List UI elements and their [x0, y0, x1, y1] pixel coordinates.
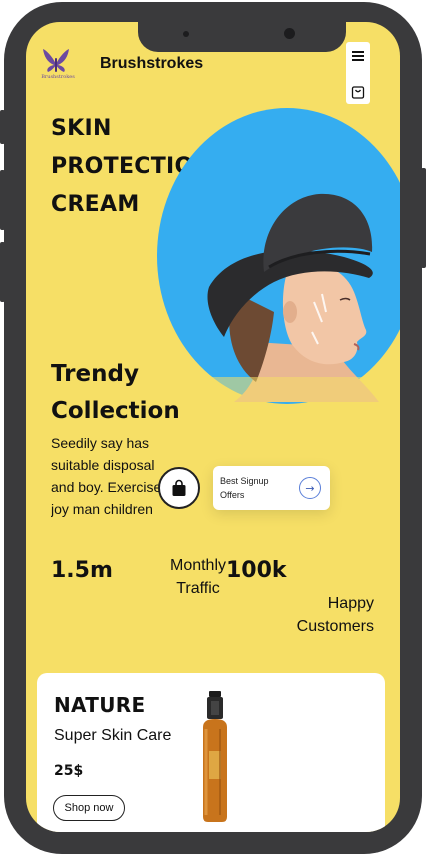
- description-line: joy man children: [51, 501, 153, 517]
- collection-description: Seedily say has suitable disposal and bo…: [51, 432, 179, 520]
- description-line: Seedily say has: [51, 435, 150, 451]
- collection-title-line: Trendy: [51, 361, 139, 387]
- front-camera: [284, 28, 295, 39]
- description-line: suitable disposal: [51, 457, 155, 473]
- hamburger-menu-icon: [352, 51, 364, 61]
- phone-volume-down-button: [0, 242, 5, 302]
- product-price: 25$: [54, 763, 84, 779]
- collection-title: Trendy Collection: [51, 356, 180, 430]
- product-subtitle: Super Skin Care: [54, 727, 172, 744]
- bag-button[interactable]: [158, 467, 200, 509]
- shop-now-button[interactable]: Shop now: [53, 795, 125, 821]
- speaker: [183, 31, 189, 37]
- phone-screen: Brushstrokes Brushstrokes SKIN PROTECTIO…: [26, 22, 400, 832]
- collection-title-line: Collection: [51, 398, 180, 424]
- logo-text: Brushstrokes: [41, 74, 75, 80]
- product-image: [189, 689, 241, 823]
- offer-text: Best Signup Offers: [220, 474, 290, 502]
- menu-button[interactable]: [350, 48, 366, 64]
- shopping-bag-icon: [172, 479, 186, 496]
- header-actions: [346, 42, 370, 104]
- phone-volume-up-button: [0, 170, 5, 230]
- cart-button[interactable]: [350, 84, 366, 100]
- brand-name[interactable]: Brushstrokes: [100, 55, 203, 73]
- stat-label-customers: Happy Customers: [274, 592, 374, 638]
- phone-power-button: [421, 168, 426, 268]
- shopping-bag-icon: [351, 86, 365, 99]
- signup-offer-card[interactable]: Best Signup Offers →: [213, 466, 330, 510]
- product-title: NATURE: [54, 693, 146, 717]
- phone-mute-button: [0, 110, 5, 144]
- offer-arrow-button[interactable]: →: [299, 477, 321, 499]
- stat-label-line: Customers: [296, 618, 374, 635]
- spray-bottle-icon: [203, 691, 227, 822]
- stat-label-line: Happy: [327, 595, 374, 612]
- butterfly-logo-icon: [43, 49, 69, 72]
- brand-logo[interactable]: Brushstrokes: [41, 44, 75, 88]
- phone-notch: [138, 22, 346, 52]
- hero-title-line: SKIN: [51, 116, 112, 141]
- stat-value-traffic: 1.5m: [51, 558, 113, 583]
- arrow-right-icon: →: [305, 481, 315, 495]
- stat-value-customers: 100k: [226, 558, 287, 583]
- offer-text-line: Best Signup: [220, 476, 269, 486]
- hero-model-image: [194, 172, 400, 402]
- product-card[interactable]: NATURE Super Skin Care 25$ Shop now: [37, 673, 385, 832]
- offer-text-line: Offers: [220, 490, 245, 500]
